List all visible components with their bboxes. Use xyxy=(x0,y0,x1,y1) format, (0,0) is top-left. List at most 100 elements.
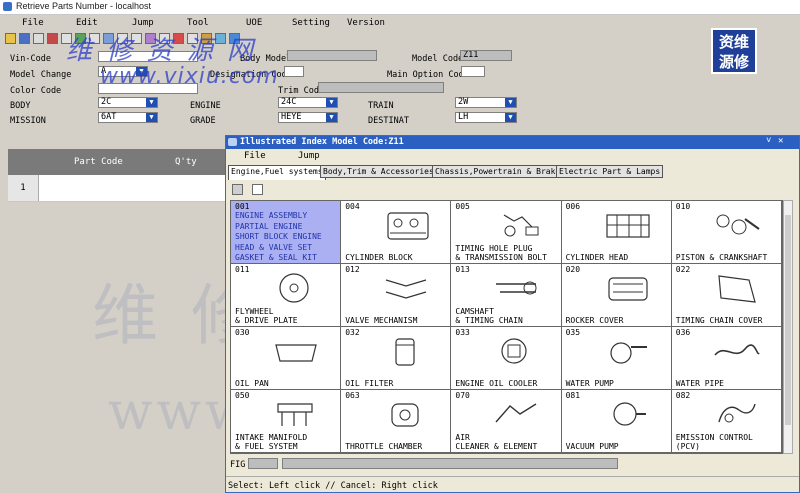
color-code-input[interactable] xyxy=(98,83,198,94)
illustration-cell-035[interactable]: 035 WATER PUMP xyxy=(561,327,672,390)
undo-icon[interactable] xyxy=(89,33,100,44)
illustration-cell-032[interactable]: 032 OIL FILTER xyxy=(341,327,452,390)
tab-chassis-powertrain[interactable]: Chassis,Powertrain & Brake xyxy=(432,165,564,178)
designation-code-input[interactable] xyxy=(284,66,304,77)
illustration-cell-010[interactable]: 010 PISTON & CRANKSHAFT xyxy=(671,201,782,264)
window-title: Retrieve Parts Number - localhost xyxy=(16,1,152,11)
prev-icon[interactable] xyxy=(117,33,128,44)
image-icon[interactable] xyxy=(201,33,212,44)
model-code-input[interactable]: Z11 xyxy=(460,50,512,61)
cell-name-line: FLYWHEEL xyxy=(235,307,274,316)
cell-code: 036 xyxy=(675,328,691,337)
illustration-cell-070[interactable]: 070 AIR CLEANER & ELEMENT xyxy=(451,390,562,453)
open-icon[interactable] xyxy=(5,33,16,44)
menu-version[interactable]: Version xyxy=(347,18,385,28)
title-bar: Retrieve Parts Number - localhost xyxy=(0,0,800,15)
illustration-cell-012[interactable]: 012 VALVE MECHANISM xyxy=(341,264,452,327)
grade-select[interactable]: HEYE ▼ xyxy=(278,112,338,123)
illustration-cell-005[interactable]: 005 TIMING HOLE PLUG & TRANSMISSION BOLT xyxy=(451,201,562,264)
tab-electric-lamps[interactable]: Electric Part & Lamps xyxy=(556,165,664,178)
cut-icon[interactable] xyxy=(47,33,58,44)
trim-code-input[interactable] xyxy=(318,82,444,93)
main-option-code-input[interactable] xyxy=(461,66,485,77)
image-icon[interactable] xyxy=(252,184,263,195)
illustration-cell-006[interactable]: 006 CYLINDER HEAD xyxy=(561,201,672,264)
paste-icon[interactable] xyxy=(75,33,86,44)
config-icon[interactable] xyxy=(187,33,198,44)
menu-bar: File Edit Jump Tool UOE Setting Version xyxy=(0,16,800,30)
model-change-select[interactable]: A ▼ xyxy=(98,66,148,77)
part-illustration-icon xyxy=(716,214,760,235)
scrollbar-thumb[interactable] xyxy=(785,215,791,425)
tab-body-trim[interactable]: Body,Trim & Accessories xyxy=(320,165,437,178)
cell-name-line: VALVE MECHANISM xyxy=(345,316,418,325)
dialog-menu-jump[interactable]: Jump xyxy=(298,151,320,161)
illustration-cell-013[interactable]: 013 CAMSHAFT & TIMING CHAIN xyxy=(451,264,562,327)
table-row[interactable]: 1 xyxy=(8,175,226,202)
status-text: Select: Left click // Cancel: Right clic… xyxy=(228,481,438,491)
cell-name: OIL PAN xyxy=(235,379,269,388)
chevron-down-icon[interactable]: ▼ xyxy=(505,113,516,122)
illustration-cell-030[interactable]: 030 OIL PAN xyxy=(231,327,342,390)
cell-code: 020 xyxy=(565,265,581,274)
close-icon[interactable]: ✕ xyxy=(778,136,783,146)
fig-label: FIG xyxy=(230,460,246,470)
destinat-select[interactable]: LH ▼ xyxy=(455,112,517,123)
illustration-cell-036[interactable]: 036 WATER PIPE xyxy=(671,327,782,390)
chevron-down-icon[interactable]: ▼ xyxy=(326,98,337,107)
train-select[interactable]: 2W ▼ xyxy=(455,97,517,108)
save-icon[interactable] xyxy=(19,33,30,44)
print-icon[interactable] xyxy=(232,184,243,195)
illustration-cell-082[interactable]: 082 EMISSION CONTROL (PCV) xyxy=(671,390,782,453)
cell-name-line: HEAD & VALVE SET xyxy=(235,242,313,252)
menu-file[interactable]: File xyxy=(22,18,44,28)
mission-value: 6AT xyxy=(101,112,117,122)
illustration-cell-001[interactable]: 001 ENGINE ASSEMBLY PARTIAL ENGINE SHORT BL… xyxy=(231,201,342,264)
part-illustration-icon xyxy=(718,403,756,423)
engine-select[interactable]: 24C ▼ xyxy=(278,97,338,108)
cell-name: CYLINDER HEAD xyxy=(566,253,629,262)
menu-setting[interactable]: Setting xyxy=(292,18,330,28)
illustration-cell-063[interactable]: 063 THROTTLE CHAMBER xyxy=(341,390,452,453)
fig-input[interactable] xyxy=(248,458,278,469)
close-icon[interactable] xyxy=(173,33,184,44)
parts-table-header: Part Code Q'ty xyxy=(8,149,226,175)
illustration-cell-011[interactable]: 011 FLYWHEEL & DRIVE PLATE xyxy=(231,264,342,327)
illustration-cell-033[interactable]: 033 ENGINE OIL COOLER xyxy=(451,327,562,390)
tab-engine-fuel[interactable]: Engine,Fuel systems xyxy=(228,165,326,180)
body-select[interactable]: 2C ▼ xyxy=(98,97,158,108)
cell-name-line: GASKET & SEAL KIT xyxy=(235,253,317,262)
mission-select[interactable]: 6AT ▼ xyxy=(98,112,158,123)
help-icon[interactable] xyxy=(229,33,240,44)
illustration-cell-081[interactable]: 081 VACUUM PUMP xyxy=(561,390,672,453)
chevron-down-icon[interactable]: ▼ xyxy=(136,67,147,76)
dialog-toolbar xyxy=(226,184,799,198)
illustration-cell-050[interactable]: 050 INTAKE MANIFOLD & FUEL SYSTEM xyxy=(231,390,342,453)
menu-edit[interactable]: Edit xyxy=(76,18,98,28)
copy-icon[interactable] xyxy=(61,33,72,44)
vin-code-input[interactable] xyxy=(98,51,198,62)
menu-tool[interactable]: Tool xyxy=(187,18,209,28)
chevron-down-icon[interactable]: ▼ xyxy=(505,98,516,107)
dialog-menu-file[interactable]: File xyxy=(244,151,266,161)
illustration-cell-020[interactable]: 020 ROCKER COVER xyxy=(561,264,672,327)
print-icon[interactable] xyxy=(33,33,44,44)
zoom-icon[interactable] xyxy=(159,33,170,44)
chevron-down-icon[interactable]: ▼ xyxy=(146,113,157,122)
engine-value: 24C xyxy=(281,97,297,107)
cell-name: TIMING HOLE PLUG & TRANSMISSION BOLT xyxy=(455,244,547,262)
chevron-down-icon[interactable]: ▼ xyxy=(326,113,337,122)
illustration-cell-022[interactable]: 022 TIMING CHAIN COVER xyxy=(671,264,782,327)
menu-uoe[interactable]: UOE xyxy=(246,18,262,28)
find-icon[interactable] xyxy=(103,33,114,44)
minimize-icon[interactable]: ˅ xyxy=(766,136,771,146)
menu-jump[interactable]: Jump xyxy=(132,18,154,28)
vertical-scrollbar[interactable] xyxy=(783,200,793,454)
illustration-cell-004[interactable]: 004 CYLINDER BLOCK xyxy=(341,201,452,264)
list-icon[interactable] xyxy=(145,33,156,44)
next-icon[interactable] xyxy=(131,33,142,44)
info-icon[interactable] xyxy=(215,33,226,44)
body-model-input[interactable] xyxy=(287,50,377,61)
cell-name-line: WATER PIPE xyxy=(675,379,724,388)
chevron-down-icon[interactable]: ▼ xyxy=(146,98,157,107)
